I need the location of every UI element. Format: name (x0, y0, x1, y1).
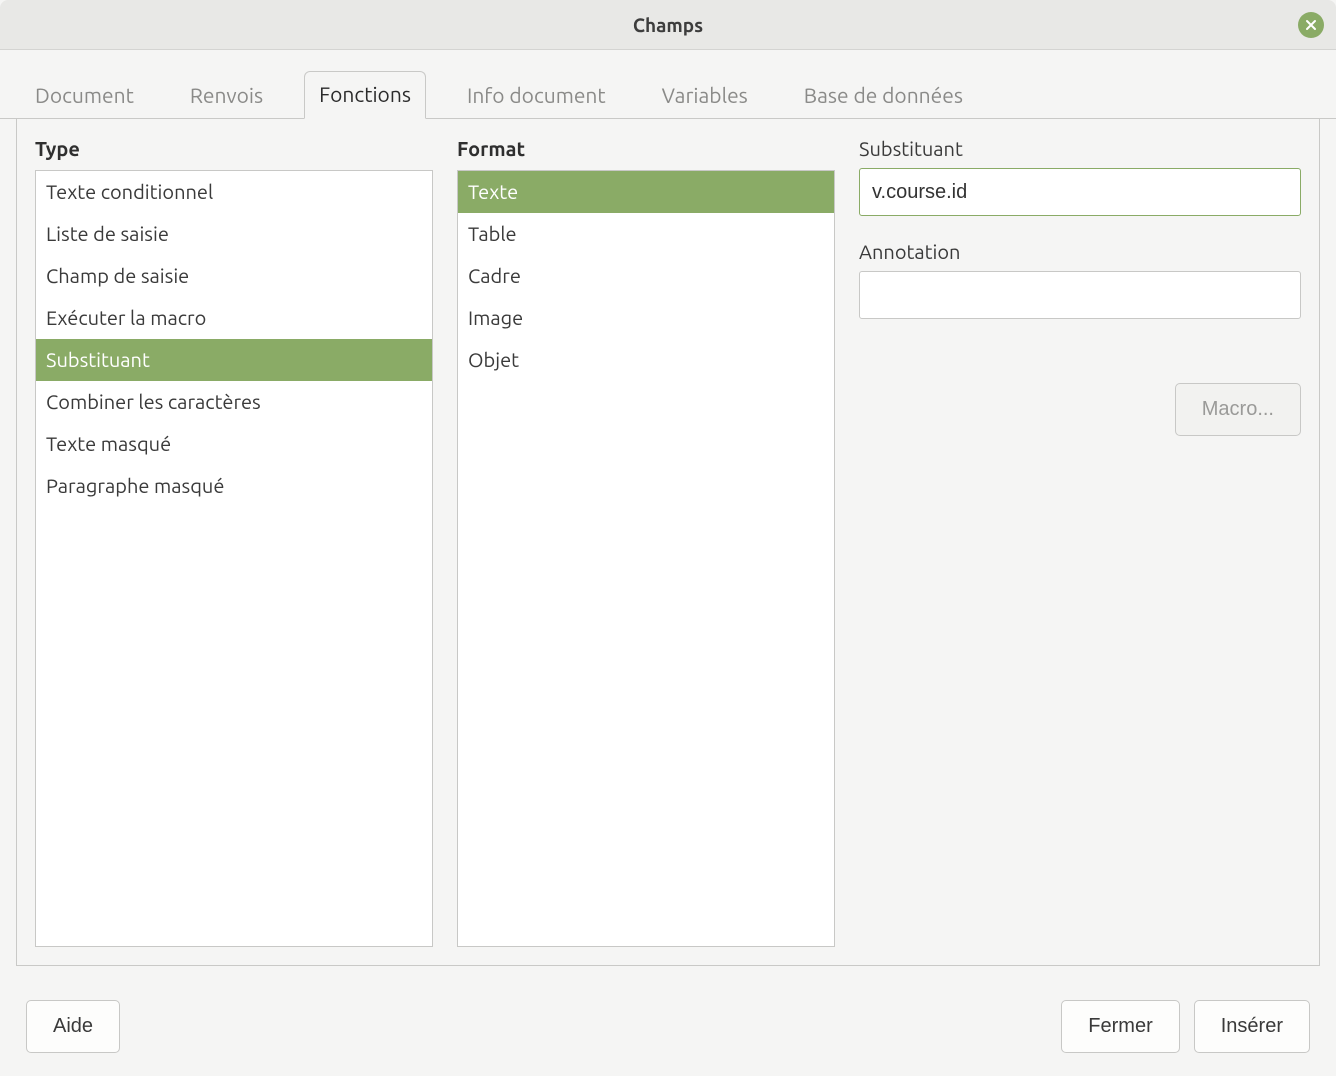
dialog-title: Champs (633, 14, 703, 36)
type-listbox[interactable]: Texte conditionnelListe de saisieChamp d… (35, 170, 433, 947)
titlebar: Champs (0, 0, 1336, 50)
type-list-item[interactable]: Texte conditionnel (36, 171, 432, 213)
type-list-item[interactable]: Exécuter la macro (36, 297, 432, 339)
type-list-item[interactable]: Substituant (36, 339, 432, 381)
right-column: Substituant Annotation Macro... (859, 137, 1301, 947)
dialog-content: Type Texte conditionnelListe de saisieCh… (16, 119, 1320, 966)
tab-fonctions[interactable]: Fonctions (304, 71, 426, 119)
type-label: Type (35, 137, 433, 160)
format-listbox[interactable]: TexteTableCadreImageObjet (457, 170, 835, 947)
type-list-item[interactable]: Combiner les caractères (36, 381, 432, 423)
type-list-item[interactable]: Texte masqué (36, 423, 432, 465)
type-list-item[interactable]: Paragraphe masqué (36, 465, 432, 507)
substituant-input[interactable] (859, 168, 1301, 216)
help-button[interactable]: Aide (26, 1000, 120, 1053)
format-column: Format TexteTableCadreImageObjet (457, 137, 835, 947)
tab-base-de-donnees[interactable]: Base de données (789, 72, 978, 119)
format-label: Format (457, 137, 835, 160)
close-dialog-button[interactable]: Fermer (1061, 1000, 1179, 1053)
footer-right: Fermer Insérer (1061, 1000, 1310, 1053)
close-button[interactable] (1298, 12, 1324, 38)
format-list-item[interactable]: Cadre (458, 255, 834, 297)
tab-variables[interactable]: Variables (647, 72, 763, 119)
type-list-item[interactable]: Liste de saisie (36, 213, 432, 255)
substituant-group: Substituant (859, 137, 1301, 216)
tab-renvois[interactable]: Renvois (175, 72, 278, 119)
dialog-window: Champs Document Renvois Fonctions Info d… (0, 0, 1336, 1076)
dialog-footer: Aide Fermer Insérer (0, 976, 1336, 1076)
annotation-label: Annotation (859, 240, 1301, 263)
macro-row: Macro... (859, 383, 1301, 436)
format-list-item[interactable]: Texte (458, 171, 834, 213)
annotation-group: Annotation (859, 240, 1301, 319)
insert-button[interactable]: Insérer (1194, 1000, 1310, 1053)
tabbar: Document Renvois Fonctions Info document… (0, 50, 1336, 119)
type-list-item[interactable]: Champ de saisie (36, 255, 432, 297)
format-list-item[interactable]: Table (458, 213, 834, 255)
close-icon (1304, 14, 1318, 36)
format-list-item[interactable]: Objet (458, 339, 834, 381)
type-column: Type Texte conditionnelListe de saisieCh… (35, 137, 433, 947)
annotation-input[interactable] (859, 271, 1301, 319)
substituant-label: Substituant (859, 137, 1301, 160)
format-list-item[interactable]: Image (458, 297, 834, 339)
tab-document[interactable]: Document (20, 72, 149, 119)
tab-info-document[interactable]: Info document (452, 72, 621, 119)
macro-button[interactable]: Macro... (1175, 383, 1301, 436)
